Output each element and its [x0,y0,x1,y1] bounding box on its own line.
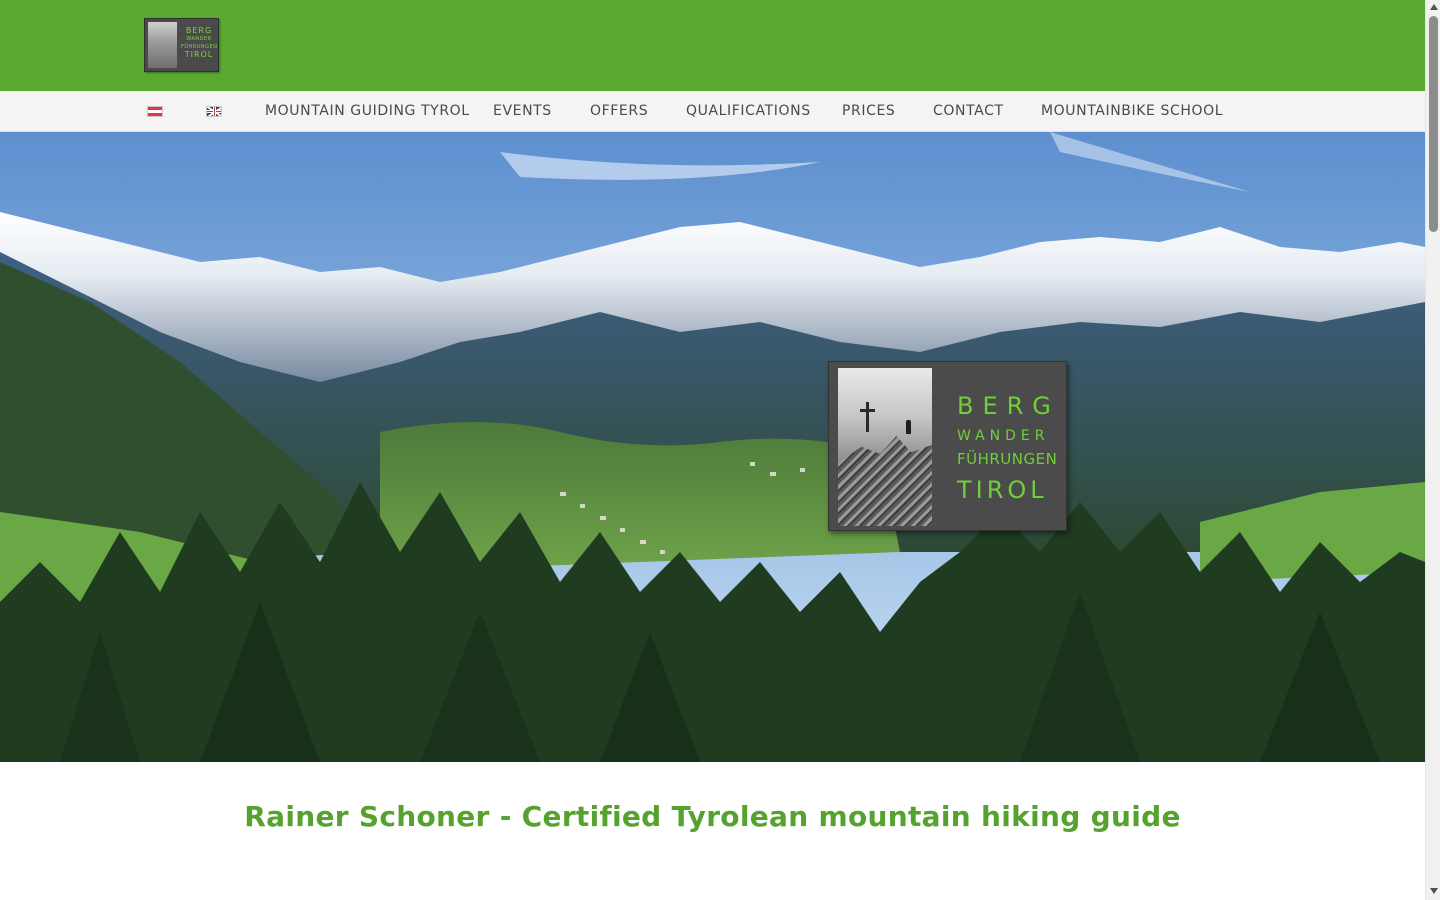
scroll-up-arrow-icon[interactable] [1430,4,1438,10]
scrollbar-thumb[interactable] [1429,16,1438,232]
logo-summit-photo [148,22,177,68]
hero-logo-line-1: BERG [957,392,1060,420]
logo-text: BERG WANDER FÜHRUNGEN TIROL [181,27,217,59]
nav-item-qualifications[interactable]: QUALIFICATIONS [686,102,811,120]
hero-logo-line-4: TIROL [957,476,1048,504]
nav-item-events[interactable]: EVENTS [493,102,552,120]
hero-logo-summit-photo [838,368,932,526]
logo-line-2: WANDER [186,36,212,42]
hero-logo-line-3: FÜHRUNGEN [957,450,1058,468]
nav-item-prices[interactable]: PRICES [842,102,895,120]
scroll-down-arrow-icon[interactable] [1430,888,1438,894]
mountain-landscape-image [0,132,1425,762]
nav-item-contact[interactable]: CONTACT [933,102,1004,120]
site-logo[interactable]: BERG WANDER FÜHRUNGEN TIROL [144,18,219,72]
hero-logo-line-2: WANDER [957,428,1050,444]
site-header: BERG WANDER FÜHRUNGEN TIROL [0,0,1425,91]
nav-item-mountainbike-school[interactable]: MOUNTAINBIKE SCHOOL [1041,102,1223,120]
uk-flag-icon[interactable] [206,106,222,117]
logo-line-1: BERG [185,26,213,35]
hero-logo: BERG WANDER FÜHRUNGEN TIROL [828,361,1067,531]
logo-line-4: TIROL [184,50,214,59]
nav-item-mountain-guiding-tyrol[interactable]: MOUNTAIN GUIDING TYROL [265,102,470,120]
vertical-scrollbar[interactable] [1425,0,1440,900]
hero-image [0,132,1425,762]
austria-flag-icon[interactable] [147,106,163,117]
nav-item-offers[interactable]: OFFERS [590,102,648,120]
page-title: Rainer Schoner - Certified Tyrolean moun… [244,800,1181,833]
